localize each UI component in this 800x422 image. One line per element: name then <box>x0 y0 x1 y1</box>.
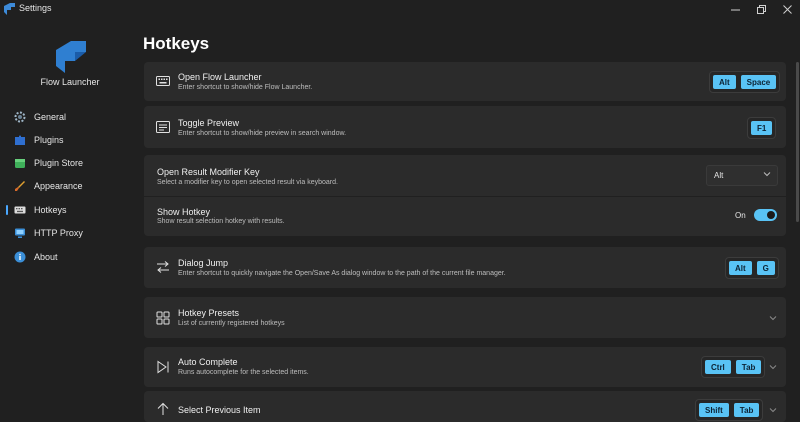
window-title: Settings <box>19 3 52 13</box>
sidebar-item-label: Plugins <box>34 135 64 145</box>
store-icon <box>15 159 25 168</box>
sidebar-item-hotkeys[interactable]: Hotkeys <box>6 199 130 221</box>
info-icon <box>14 251 26 263</box>
minimize-button[interactable] <box>722 0 748 18</box>
hotkey-presets-card[interactable]: Hotkey Presets List of currently registe… <box>144 297 786 338</box>
dialog-jump-card: Dialog Jump Enter shortcut to quickly na… <box>144 247 786 288</box>
grid-icon <box>156 311 170 325</box>
close-icon <box>782 4 792 14</box>
keycap: Alt <box>713 75 736 89</box>
chevron-down-icon <box>763 172 771 177</box>
selected-indicator <box>6 205 8 215</box>
show-hotkey-toggle[interactable] <box>754 209 777 221</box>
network-icon <box>15 228 25 238</box>
setting-title: Toggle Preview <box>178 118 240 128</box>
chevron-down-icon[interactable] <box>769 406 777 414</box>
paintbrush-icon <box>15 181 25 191</box>
setting-description: Enter shortcut to quickly navigate the O… <box>178 270 506 277</box>
auto-complete-card: Auto Complete Runs autocomplete for the … <box>144 347 786 387</box>
setting-description: Enter shortcut to show/hide Flow Launche… <box>178 84 313 91</box>
setting-title: Open Result Modifier Key <box>157 167 260 177</box>
skip-forward-icon <box>157 360 169 374</box>
page-title: Hotkeys <box>143 34 210 53</box>
keycap: Shift <box>699 403 729 417</box>
setting-title: Hotkey Presets <box>178 308 240 318</box>
sidebar-item-about[interactable]: About <box>6 246 130 268</box>
toggle-state-label: On <box>735 211 746 220</box>
close-button[interactable] <box>774 0 800 18</box>
app-name: Flow Launcher <box>40 77 100 87</box>
sidebar-item-label: Plugin Store <box>34 158 84 168</box>
scrollbar[interactable] <box>796 62 799 222</box>
sidebar-item-label: Hotkeys <box>34 205 67 215</box>
swap-arrows-icon <box>157 261 169 273</box>
auto-complete-hotkey-recorder[interactable]: Ctrl Tab <box>701 356 766 378</box>
setting-description: List of currently registered hotkeys <box>178 320 285 327</box>
select-previous-hotkey-recorder[interactable]: Shift Tab <box>695 399 764 421</box>
title-bar: Settings <box>0 0 800 18</box>
keycap: Tab <box>733 403 760 417</box>
puzzle-icon <box>15 135 25 145</box>
sidebar-item-http-proxy[interactable]: HTTP Proxy <box>6 222 130 244</box>
sidebar-item-plugin-store[interactable]: Plugin Store <box>6 152 130 174</box>
keycap: Space <box>740 75 777 89</box>
sidebar-item-label: General <box>34 112 67 122</box>
toggle-knob <box>767 211 775 219</box>
sidebar-item-general[interactable]: General <box>6 106 130 128</box>
sidebar-item-label: Appearance <box>34 181 83 191</box>
setting-title: Auto Complete <box>178 357 238 367</box>
dialog-jump-hotkey-recorder[interactable]: Alt G <box>725 257 779 279</box>
restore-icon <box>756 4 766 14</box>
keycap: Alt <box>729 261 752 275</box>
sidebar-item-plugins[interactable]: Plugins <box>6 129 130 151</box>
preview-icon <box>156 121 170 133</box>
keyboard-icon <box>14 206 26 214</box>
divider <box>144 196 786 197</box>
restore-button[interactable] <box>748 0 774 18</box>
keyboard-icon <box>156 76 170 86</box>
setting-description: Runs autocomplete for the selected items… <box>178 369 309 376</box>
setting-description: Show result selection hotkey with result… <box>157 218 285 225</box>
setting-title: Open Flow Launcher <box>178 72 262 82</box>
setting-title: Show Hotkey <box>157 207 211 217</box>
open-flow-hotkey-recorder[interactable]: Alt Space <box>709 71 781 93</box>
toggle-preview-hotkey-recorder[interactable]: F1 <box>747 117 777 139</box>
dropdown-value: Alt <box>714 171 724 180</box>
keycap: F1 <box>751 121 773 135</box>
toggle-preview-card: Toggle Preview Enter shortcut to show/hi… <box>144 106 786 148</box>
setting-title: Dialog Jump <box>178 258 229 268</box>
setting-description: Enter shortcut to show/hide preview in s… <box>178 130 347 137</box>
chevron-down-icon[interactable] <box>769 363 777 371</box>
keycap: Ctrl <box>705 360 731 374</box>
flow-launcher-logo <box>56 41 86 73</box>
setting-title: Select Previous Item <box>178 405 261 415</box>
open-flow-launcher-card: Open Flow Launcher Enter shortcut to sho… <box>144 62 786 101</box>
gear-icon <box>14 111 26 123</box>
sidebar-item-label: About <box>34 252 58 262</box>
sidebar-item-label: HTTP Proxy <box>34 228 83 238</box>
arrow-up-icon <box>157 402 169 415</box>
flow-launcher-app-icon <box>4 3 15 15</box>
keycap: Tab <box>735 360 762 374</box>
keycap: G <box>756 261 775 275</box>
setting-description: Select a modifier key to open selected r… <box>157 179 338 186</box>
chevron-down-icon <box>769 316 777 321</box>
select-previous-item-card: Select Previous Item Shift Tab <box>144 391 786 422</box>
open-result-modifier-dropdown[interactable]: Alt <box>706 165 778 186</box>
sidebar-item-appearance[interactable]: Appearance <box>6 175 130 197</box>
sidebar: Flow Launcher General Plugins Plugin Sto… <box>0 18 130 422</box>
minimize-icon <box>730 9 740 10</box>
